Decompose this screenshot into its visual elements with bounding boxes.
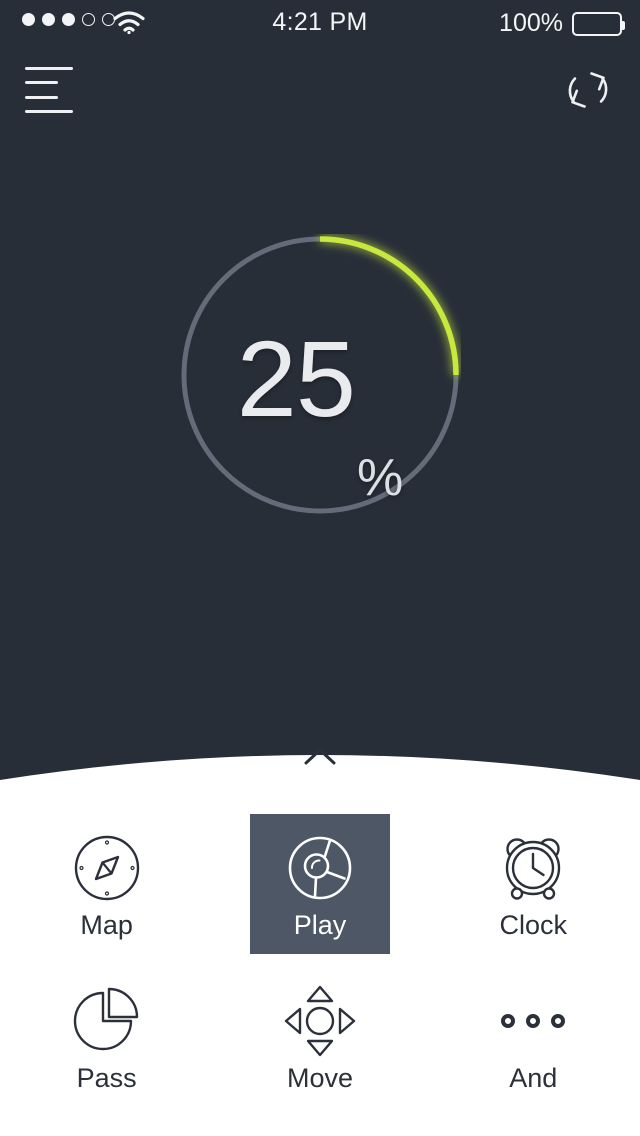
progress-unit: % — [356, 449, 404, 507]
menu-item-play[interactable]: Play — [213, 814, 426, 954]
refresh-sync-icon[interactable] — [558, 60, 618, 120]
battery-icon — [572, 11, 625, 36]
tile-move[interactable]: Move — [250, 972, 390, 1102]
compass-icon — [69, 830, 145, 906]
menu-item-and[interactable]: And — [427, 972, 640, 1102]
tile-label-clock: Clock — [499, 909, 568, 940]
tile-label-pass: Pass — [76, 1062, 137, 1093]
menu-item-move[interactable]: Move — [213, 972, 426, 1102]
tile-label-play: Play — [293, 909, 347, 940]
battery-indicator: 100% — [499, 9, 625, 38]
chevron-up-icon[interactable] — [300, 744, 340, 770]
pie-chart-icon — [69, 983, 145, 1059]
menu-line-4 — [25, 109, 73, 113]
menu-line-1 — [25, 67, 73, 70]
tile-label-move: Move — [286, 1062, 353, 1093]
tile-label-map: Map — [80, 909, 133, 940]
progress-ring: 25 % — [179, 234, 461, 516]
progress-value-group: 25 % — [179, 238, 461, 520]
menu-line-3 — [25, 95, 58, 99]
menu-item-clock[interactable]: Clock — [427, 814, 640, 954]
tile-map[interactable]: Map — [37, 814, 177, 954]
app-icon-grid: Map Play Clock Pass Move And — [0, 814, 640, 1102]
status-bar: 4:21 PM 100% — [0, 0, 640, 44]
menu-line-2 — [25, 81, 58, 85]
bottom-sheet: Map Play Clock Pass Move And — [0, 736, 640, 1136]
battery-percent-label: 100% — [499, 9, 563, 37]
alarm-clock-icon — [495, 830, 571, 906]
menu-item-pass[interactable]: Pass — [0, 972, 213, 1102]
tile-and[interactable]: And — [463, 972, 603, 1102]
tile-play[interactable]: Play — [249, 814, 390, 954]
ellipsis-circles-icon — [495, 983, 571, 1059]
progress-value: 25 — [236, 318, 356, 439]
tile-pass[interactable]: Pass — [37, 972, 177, 1102]
tile-label-and: And — [509, 1062, 558, 1093]
tile-clock[interactable]: Clock — [463, 814, 603, 954]
app-screen: 4:21 PM 100% 25 % Map Play Clock Pass Mo… — [0, 0, 640, 1136]
disc-spokes-icon — [282, 830, 358, 906]
hamburger-menu-icon[interactable] — [25, 64, 79, 116]
battery-nub — [622, 20, 625, 30]
menu-item-map[interactable]: Map — [0, 814, 213, 954]
dpad-arrows-icon — [282, 983, 358, 1059]
